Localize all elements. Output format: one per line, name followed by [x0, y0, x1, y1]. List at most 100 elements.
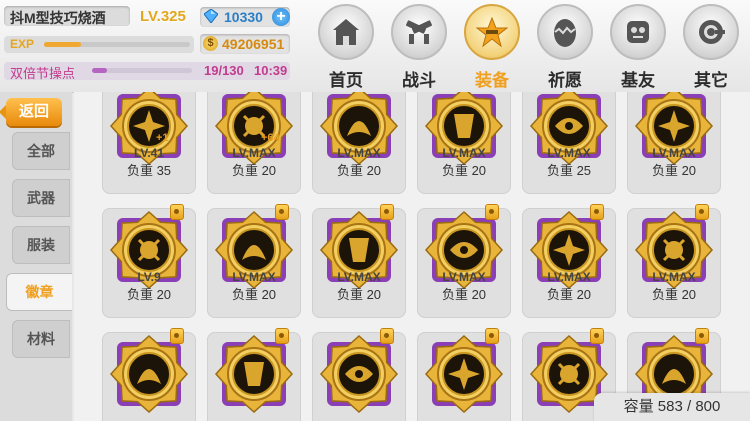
badge-item[interactable]: LV.MAX 负重 20 [312, 92, 406, 194]
nav-label: 战斗 [402, 71, 436, 90]
badge-item[interactable] [312, 328, 406, 421]
badge-level: LV.MAX [652, 270, 696, 284]
badge-item[interactable]: LV.41 负重 35 +1 [102, 92, 196, 194]
badge-weight: 负重 20 [441, 163, 487, 178]
badge-item[interactable]: LV.MAX 负重 20 [312, 204, 406, 318]
exp-fill [44, 42, 81, 47]
badge-weight: 负重 20 [651, 163, 697, 178]
lock-icon[interactable] [170, 328, 184, 344]
badge-level: LV.MAX [232, 270, 276, 284]
badge-level: LV.41 [133, 146, 165, 160]
friend-face-icon [627, 21, 649, 43]
lock-icon[interactable] [590, 204, 604, 220]
nav-button-2[interactable]: 装备 [456, 4, 528, 90]
badge-bonus: +1 [156, 132, 169, 144]
badge-item[interactable]: LV.MAX 负重 20 +64 [207, 92, 301, 194]
badge-weight: 负重 20 [336, 163, 382, 178]
coin-panel: $ 49206951 [200, 34, 290, 54]
nav-label: 祈愿 [548, 71, 582, 90]
crossed-guns-icon [405, 20, 433, 44]
nav-circle [464, 4, 520, 60]
event-progress: 19/130 [204, 63, 244, 78]
tab-4[interactable]: 材料 [12, 320, 70, 358]
back-button[interactable]: 返回 [0, 98, 62, 126]
tab-3[interactable]: 徽章 [6, 273, 72, 311]
badge-item[interactable]: LV.9 负重 20 [102, 204, 196, 318]
lock-icon[interactable] [275, 204, 289, 220]
player-name: 抖M型技巧烧酒 [10, 10, 106, 26]
badge-item[interactable]: LV.MAX 负重 20 [522, 204, 616, 318]
badge-level: LV.MAX [547, 270, 591, 284]
badge-level: LV.MAX [442, 270, 486, 284]
badge-level: LV.MAX [232, 146, 276, 160]
house-icon [333, 19, 359, 45]
lock-icon[interactable] [485, 204, 499, 220]
badge-item[interactable]: LV.MAX 负重 20 [207, 204, 301, 318]
nav-circle [391, 4, 447, 60]
badge-item[interactable]: LV.MAX 负重 20 [417, 204, 511, 318]
badge-item[interactable]: LV.MAX 负重 20 [627, 92, 721, 194]
gear-icon [699, 20, 725, 44]
tab-2[interactable]: 服装 [12, 226, 70, 264]
lock-icon[interactable] [380, 328, 394, 344]
badge-bonus: +64 [261, 132, 280, 144]
badge-weight: 负重 20 [231, 163, 277, 178]
egg-icon [554, 19, 576, 47]
badge-medal-icon [424, 334, 504, 414]
badge-level: LV.9 [137, 270, 161, 284]
exp-label: EXP [10, 37, 35, 51]
coin-icon: $ [203, 36, 218, 51]
lock-icon[interactable] [590, 328, 604, 344]
badge-level: LV.MAX [547, 146, 591, 160]
lock-icon[interactable] [275, 328, 289, 344]
badge-item[interactable] [207, 328, 301, 421]
gem-count: 10330 [224, 9, 263, 25]
top-hud: 抖M型技巧烧酒 LV.325 10330 + EXP $ 49206951 双倍… [0, 0, 750, 93]
badge-item[interactable]: LV.MAX 负重 20 [417, 92, 511, 194]
nav-circle [537, 4, 593, 60]
nav-label: 装备 [475, 71, 509, 90]
nav-button-3[interactable]: 祈愿 [529, 4, 601, 90]
badge-weight: 负重 20 [441, 287, 487, 302]
event-time: 10:39 [254, 63, 288, 78]
badge-weight: 负重 20 [336, 287, 382, 302]
category-sidebar: 返回 全部武器服装徽章材料 [0, 92, 72, 421]
star-gun-icon [476, 16, 508, 48]
event-bar[interactable]: 双倍节操点 19/130 10:39 [4, 62, 290, 81]
lock-icon[interactable] [695, 328, 709, 344]
lock-icon[interactable] [380, 204, 394, 220]
nav-button-0[interactable]: 首页 [310, 4, 382, 90]
badge-item[interactable] [102, 328, 196, 421]
diamond-icon [204, 9, 218, 23]
lock-icon[interactable] [485, 328, 499, 344]
badge-weight: 负重 25 [546, 163, 592, 178]
badge-grid[interactable]: LV.41 负重 35 +1 LV.MAX 负重 20 +64 LV.MAX 负重 20 LV.… [74, 92, 750, 421]
badge-weight: 负重 35 [126, 163, 172, 178]
player-name-panel[interactable]: 抖M型技巧烧酒 [4, 6, 130, 26]
nav-circle [318, 4, 374, 60]
badge-weight: 负重 20 [126, 287, 172, 302]
badge-medal-icon [319, 334, 399, 414]
tab-0[interactable]: 全部 [12, 132, 70, 170]
badge-medal [424, 334, 504, 414]
badge-item[interactable] [417, 328, 511, 421]
badge-medal [109, 334, 189, 414]
tab-1[interactable]: 武器 [12, 179, 70, 217]
lock-icon[interactable] [695, 204, 709, 220]
badge-weight: 负重 20 [231, 287, 277, 302]
nav-button-5[interactable]: 其它 [675, 4, 747, 90]
lock-icon[interactable] [170, 204, 184, 220]
player-level: LV.325 [140, 8, 186, 25]
nav-button-1[interactable]: 战斗 [383, 4, 455, 90]
event-fill [92, 68, 107, 73]
nav-button-4[interactable]: 基友 [602, 4, 674, 90]
add-gems-button[interactable]: + [272, 8, 290, 26]
nav-label: 基友 [621, 71, 655, 90]
badge-item[interactable]: LV.MAX 负重 20 [627, 204, 721, 318]
nav-label: 首页 [329, 71, 363, 90]
badge-level: LV.MAX [442, 146, 486, 160]
badge-item[interactable]: LV.MAX 负重 25 [522, 92, 616, 194]
nav-circle [610, 4, 666, 60]
badge-level: LV.MAX [652, 146, 696, 160]
badge-medal [319, 334, 399, 414]
